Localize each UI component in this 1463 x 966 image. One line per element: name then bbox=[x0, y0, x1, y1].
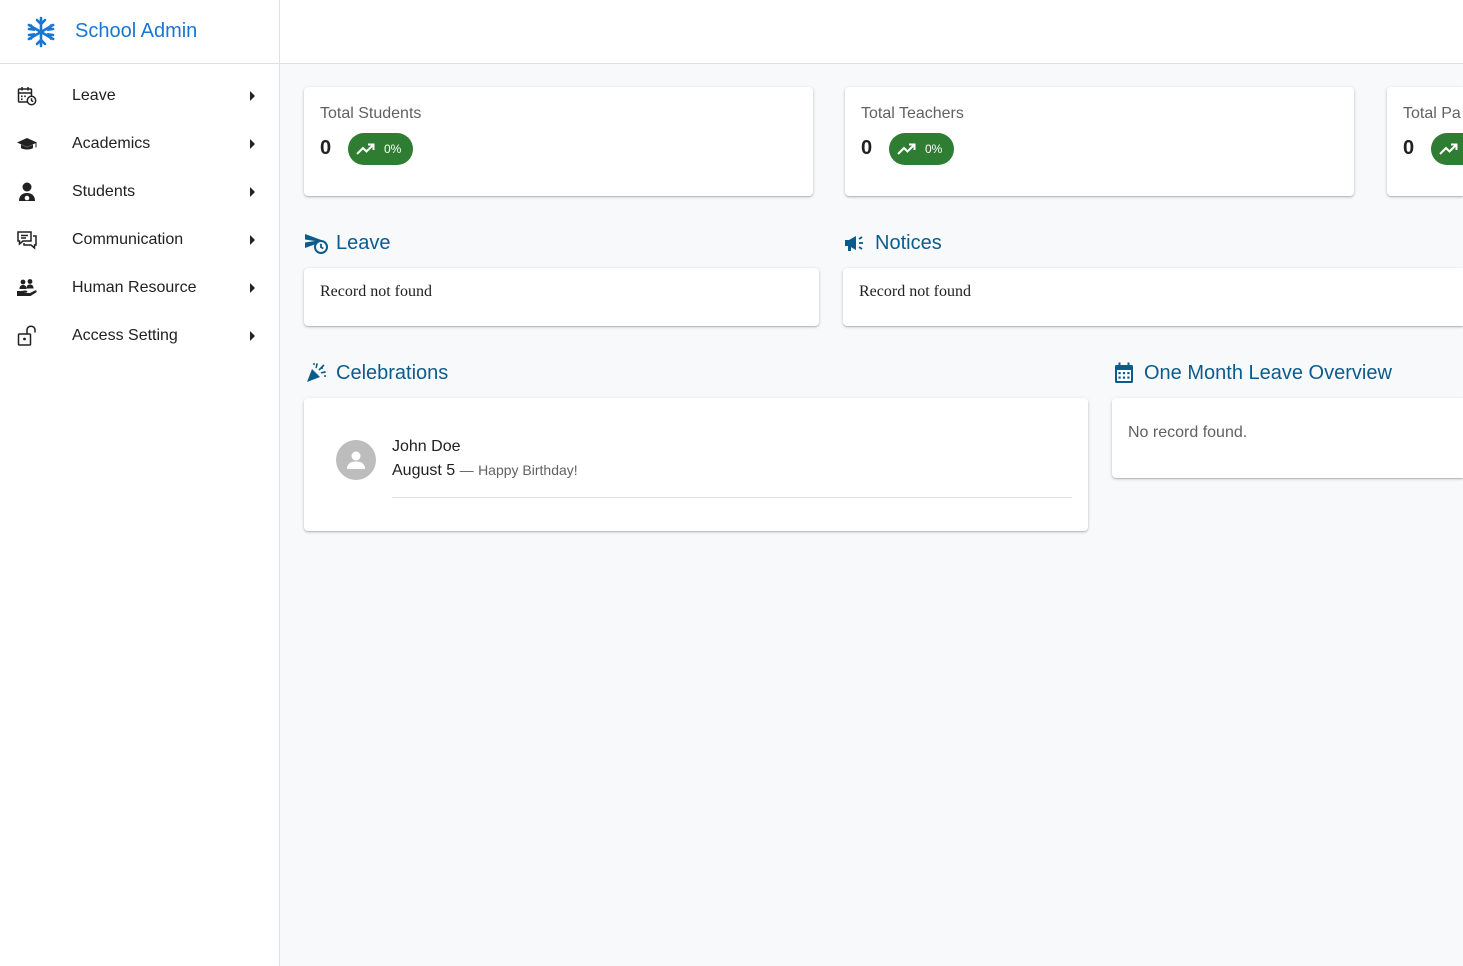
sidebar-item-students[interactable]: Students bbox=[0, 168, 279, 216]
sidebar-item-label: Leave bbox=[72, 87, 116, 104]
graduation-cap-icon bbox=[16, 133, 38, 155]
leave-overview-empty-text: No record found. bbox=[1128, 424, 1248, 441]
party-popper-icon bbox=[304, 361, 328, 385]
send-clock-icon bbox=[304, 231, 328, 255]
caret-right-icon bbox=[250, 331, 255, 341]
celebration-separator: — bbox=[459, 462, 474, 478]
trending-up-icon bbox=[897, 143, 916, 155]
sidebar-item-label: Human Resource bbox=[72, 279, 197, 296]
leave-section-title: Leave bbox=[336, 231, 391, 254]
stat-title: Total Teachers bbox=[861, 105, 964, 122]
notices-section-title: Notices bbox=[875, 231, 942, 254]
celebration-message: Happy Birthday! bbox=[478, 462, 578, 478]
brand-name: School Admin bbox=[75, 20, 198, 42]
leave-empty-text: Record not found bbox=[320, 283, 432, 300]
sidebar: School Admin Leave Academics Students Co… bbox=[0, 0, 280, 966]
celebrations-section-heading: Celebrations bbox=[304, 361, 448, 385]
caret-right-icon bbox=[250, 283, 255, 293]
chat-bubbles-icon bbox=[16, 229, 38, 251]
brand[interactable]: School Admin bbox=[0, 0, 279, 64]
student-icon bbox=[16, 181, 38, 203]
trend-chip-label: 0% bbox=[925, 142, 943, 156]
trend-chip-label: 0% bbox=[384, 142, 402, 156]
megaphone-icon bbox=[843, 231, 867, 255]
stat-title: Total Students bbox=[320, 105, 422, 122]
divider bbox=[392, 497, 1072, 498]
calendar-icon bbox=[1112, 361, 1136, 385]
trend-chip bbox=[1431, 133, 1463, 165]
sidebar-item-label: Academics bbox=[72, 135, 151, 152]
trend-chip: 0% bbox=[889, 133, 955, 165]
stat-value: 0 bbox=[861, 137, 873, 159]
notices-empty-text: Record not found bbox=[859, 283, 971, 300]
celebration-date: August 5 bbox=[392, 462, 456, 479]
stat-title: Total Pa bbox=[1403, 105, 1461, 122]
sidebar-item-human-resource[interactable]: Human Resource bbox=[0, 264, 279, 312]
celebrations-section-title: Celebrations bbox=[336, 361, 449, 384]
sidebar-item-label: Communication bbox=[72, 231, 184, 248]
sidebar-item-academics[interactable]: Academics bbox=[0, 120, 279, 168]
top-app-bar bbox=[280, 0, 1463, 64]
leave-overview-card: No record found. bbox=[1112, 398, 1463, 478]
sidebar-item-communication[interactable]: Communication bbox=[0, 216, 279, 264]
stat-value: 0 bbox=[1403, 137, 1415, 159]
sidebar-item-label: Students bbox=[72, 183, 136, 200]
stat-card-parents: Total Pa 0 bbox=[1387, 87, 1463, 196]
hand-people-icon bbox=[16, 277, 38, 299]
person-icon bbox=[347, 451, 365, 469]
caret-right-icon bbox=[250, 235, 255, 245]
trending-up-icon bbox=[356, 143, 375, 155]
leave-section-heading: Leave bbox=[304, 231, 391, 255]
celebration-details: August 5 — Happy Birthday! bbox=[392, 462, 578, 480]
notices-card: Record not found bbox=[843, 268, 1463, 326]
sidebar-nav: Leave Academics Students Communication H… bbox=[0, 64, 279, 360]
sidebar-item-label: Access Setting bbox=[72, 327, 178, 344]
leave-overview-section-title: One Month Leave Overview bbox=[1144, 361, 1392, 384]
trend-chip: 0% bbox=[348, 133, 414, 165]
leave-card: Record not found bbox=[304, 268, 819, 326]
caret-right-icon bbox=[250, 139, 255, 149]
calendar-clock-icon bbox=[16, 85, 38, 107]
sidebar-item-leave[interactable]: Leave bbox=[0, 72, 279, 120]
unlock-icon bbox=[16, 325, 38, 347]
caret-right-icon bbox=[250, 187, 255, 197]
avatar bbox=[336, 440, 376, 480]
caret-right-icon bbox=[250, 91, 255, 101]
notices-section-heading: Notices bbox=[843, 231, 942, 255]
stat-value: 0 bbox=[320, 137, 332, 159]
sidebar-item-access-setting[interactable]: Access Setting bbox=[0, 312, 279, 360]
leave-overview-section-heading: One Month Leave Overview bbox=[1112, 361, 1392, 385]
celebration-name: John Doe bbox=[392, 438, 461, 455]
stat-card-teachers: Total Teachers 0 0% bbox=[845, 87, 1354, 196]
celebrations-card: John Doe August 5 — Happy Birthday! bbox=[304, 398, 1088, 531]
stat-card-students: Total Students 0 0% bbox=[304, 87, 813, 196]
snowflake-icon bbox=[24, 15, 58, 49]
trending-up-icon bbox=[1439, 143, 1458, 155]
